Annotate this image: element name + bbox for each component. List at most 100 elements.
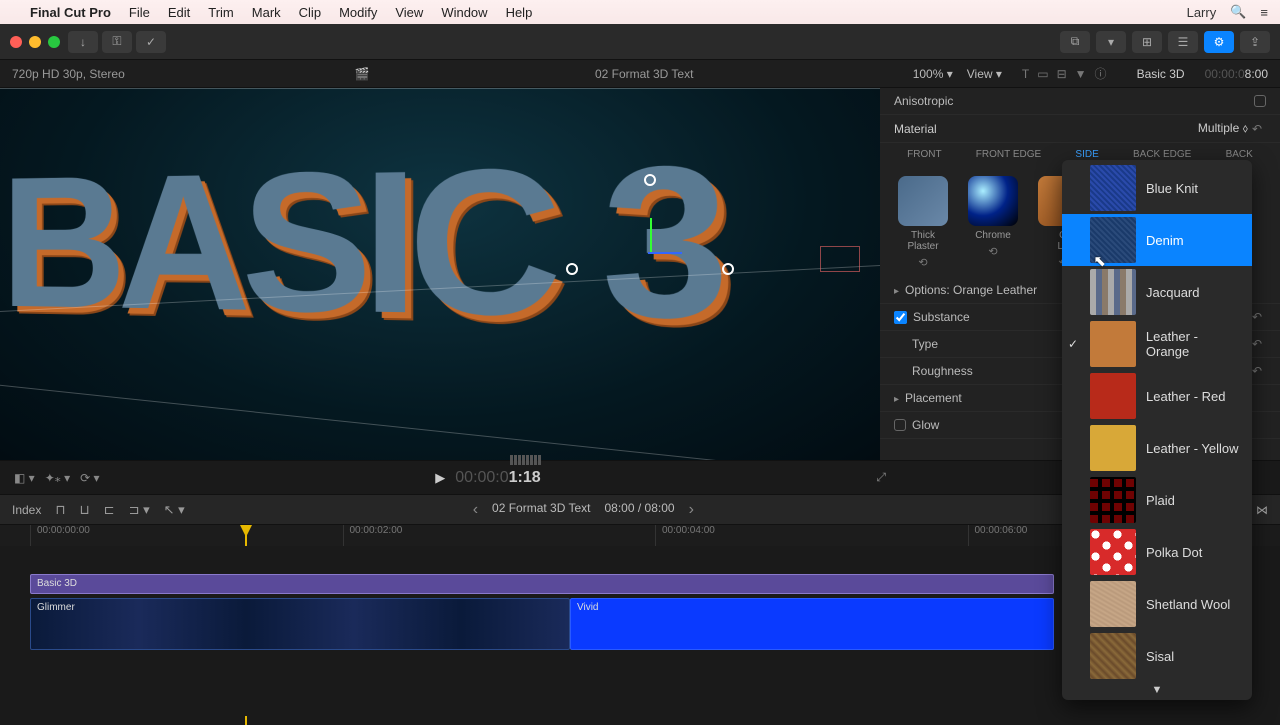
menu-file[interactable]: File: [129, 5, 150, 20]
window-controls: [10, 36, 60, 48]
scroll-down-icon[interactable]: ▼: [1062, 682, 1252, 698]
material-option[interactable]: Plaid: [1062, 474, 1252, 526]
video-clip-glimmer[interactable]: Glimmer: [30, 598, 570, 650]
reset-icon[interactable]: ↶: [1248, 122, 1266, 136]
project-name: 02 Format 3D Text: [595, 67, 693, 81]
swatch-plaster[interactable]: Thick Plaster⟲: [898, 176, 948, 269]
menu-clip[interactable]: Clip: [299, 5, 321, 20]
swatch-chrome[interactable]: Chrome⟲: [968, 176, 1018, 269]
material-option[interactable]: Polka Dot: [1062, 526, 1252, 578]
viewer[interactable]: BASIC 3: [0, 88, 880, 460]
minimize-window[interactable]: [29, 36, 41, 48]
format-label: 720p HD 30p, Stereo: [12, 67, 125, 81]
zoom-menu[interactable]: 100% ▾: [913, 67, 953, 81]
insert-clip-icon[interactable]: ⊔: [80, 502, 90, 518]
timeline-history-back[interactable]: ‹: [473, 501, 478, 519]
material-option-label: Shetland Wool: [1146, 597, 1230, 612]
spotlight-icon[interactable]: 🔍: [1230, 4, 1246, 20]
transform-handle[interactable]: [566, 263, 578, 275]
face-front-edge[interactable]: FRONT EDGE: [972, 147, 1045, 164]
viewer-3d-text[interactable]: BASIC 3: [1, 118, 718, 369]
ruler-tick: 00:00:00:00: [30, 525, 343, 546]
ruler-tick: 00:00:04:00: [655, 525, 968, 546]
bounding-handle[interactable]: [820, 246, 860, 272]
inspector-title: Basic 3D: [1137, 67, 1185, 81]
material-option[interactable]: Jacquard: [1062, 266, 1252, 318]
browser-toggle-arrow[interactable]: ▾: [1096, 31, 1126, 53]
timeline-index-button[interactable]: Index: [12, 503, 41, 517]
select-tool[interactable]: ↖ ▾: [164, 502, 185, 518]
layout-list-icon[interactable]: ☰: [1168, 31, 1198, 53]
material-option-label: Jacquard: [1146, 285, 1199, 300]
fullscreen-button[interactable]: ⤢: [876, 470, 886, 485]
user-name[interactable]: Larry: [1187, 5, 1217, 20]
material-option[interactable]: Leather - Red: [1062, 370, 1252, 422]
overwrite-clip-icon[interactable]: ⊐ ▾: [129, 502, 150, 518]
material-swatch-icon: [1090, 425, 1136, 471]
disclosure-icon[interactable]: [894, 283, 905, 297]
material-option[interactable]: Leather - Yellow: [1062, 422, 1252, 474]
material-option[interactable]: ✓Leather - Orange: [1062, 318, 1252, 370]
material-option[interactable]: Shetland Wool: [1062, 578, 1252, 630]
material-option-label: Plaid: [1146, 493, 1175, 508]
browser-toggle[interactable]: ⧉: [1060, 31, 1090, 53]
video-inspector-icon[interactable]: ▭: [1037, 67, 1048, 81]
timeline-history-forward[interactable]: ›: [689, 501, 694, 519]
retime-tool[interactable]: ⟳ ▾: [80, 471, 99, 485]
x-axis-handle[interactable]: [648, 252, 682, 254]
material-swatch-icon: [1090, 269, 1136, 315]
effects-tool[interactable]: ✦⁎ ▾: [45, 471, 70, 485]
filmstrip-icon[interactable]: ⊟: [1057, 67, 1067, 81]
app-menu[interactable]: Final Cut Pro: [30, 5, 111, 20]
material-option[interactable]: Sisal: [1062, 630, 1252, 682]
background-tasks-button[interactable]: ✓: [136, 31, 166, 53]
material-option[interactable]: Blue Knit: [1062, 162, 1252, 214]
menu-view[interactable]: View: [395, 5, 423, 20]
crop-tool[interactable]: ◧ ▾: [14, 471, 35, 485]
material-swatch-icon: [1090, 633, 1136, 679]
skimmer-icon[interactable]: ⋈: [1256, 503, 1268, 517]
mac-menubar: Final Cut Pro File Edit Trim Mark Clip M…: [0, 0, 1280, 24]
inspector-toggle[interactable]: ⚙: [1204, 31, 1234, 53]
zoom-window[interactable]: [48, 36, 60, 48]
anisotropic-checkbox[interactable]: [1254, 95, 1266, 107]
menu-help[interactable]: Help: [506, 5, 533, 20]
connect-clip-icon[interactable]: ⊓: [55, 502, 65, 518]
ruler-tick: 00:00:02:00: [343, 525, 656, 546]
play-button[interactable]: ▶: [435, 470, 445, 486]
view-menu[interactable]: View ▾: [967, 67, 1002, 81]
transform-handle[interactable]: [722, 263, 734, 275]
close-window[interactable]: [10, 36, 22, 48]
append-clip-icon[interactable]: ⊏: [104, 502, 115, 518]
menu-trim[interactable]: Trim: [208, 5, 234, 20]
anisotropic-label: Anisotropic: [894, 94, 1254, 108]
timeline-duration: 08:00 / 08:00: [605, 501, 675, 519]
anisotropic-row[interactable]: Anisotropic: [880, 88, 1280, 115]
menu-mark[interactable]: Mark: [252, 5, 281, 20]
text-inspector-icon[interactable]: T: [1022, 67, 1029, 81]
share-inspector-icon[interactable]: ▼: [1075, 67, 1087, 81]
share-button[interactable]: ⇪: [1240, 31, 1270, 53]
y-axis-handle[interactable]: [650, 218, 652, 252]
menu-window[interactable]: Window: [441, 5, 487, 20]
material-label: Material: [894, 122, 1198, 136]
keyword-button[interactable]: ⚿: [102, 31, 132, 53]
material-value[interactable]: Multiple ⬨: [1198, 121, 1248, 136]
control-center-icon[interactable]: ≡: [1260, 5, 1268, 20]
menu-edit[interactable]: Edit: [168, 5, 190, 20]
inspector-timecode: 00:00:08:00: [1205, 67, 1268, 81]
title-clip[interactable]: Basic 3D: [30, 574, 1054, 594]
material-dropdown: Blue KnitDenimJacquard✓Leather - OrangeL…: [1062, 160, 1252, 700]
timeline-project-name: 02 Format 3D Text: [492, 501, 590, 519]
layout-grid-icon[interactable]: ⊞: [1132, 31, 1162, 53]
glow-checkbox[interactable]: [894, 419, 906, 431]
face-front[interactable]: FRONT: [903, 147, 945, 164]
disclosure-icon[interactable]: [894, 391, 905, 405]
transform-handle[interactable]: [644, 174, 656, 186]
video-clip-vivid[interactable]: Vivid: [570, 598, 1054, 650]
material-option[interactable]: Denim: [1062, 214, 1252, 266]
substance-checkbox[interactable]: [894, 311, 907, 324]
menu-modify[interactable]: Modify: [339, 5, 377, 20]
info-inspector-icon[interactable]: ⓘ: [1095, 65, 1107, 82]
import-button[interactable]: ↓: [68, 31, 98, 53]
